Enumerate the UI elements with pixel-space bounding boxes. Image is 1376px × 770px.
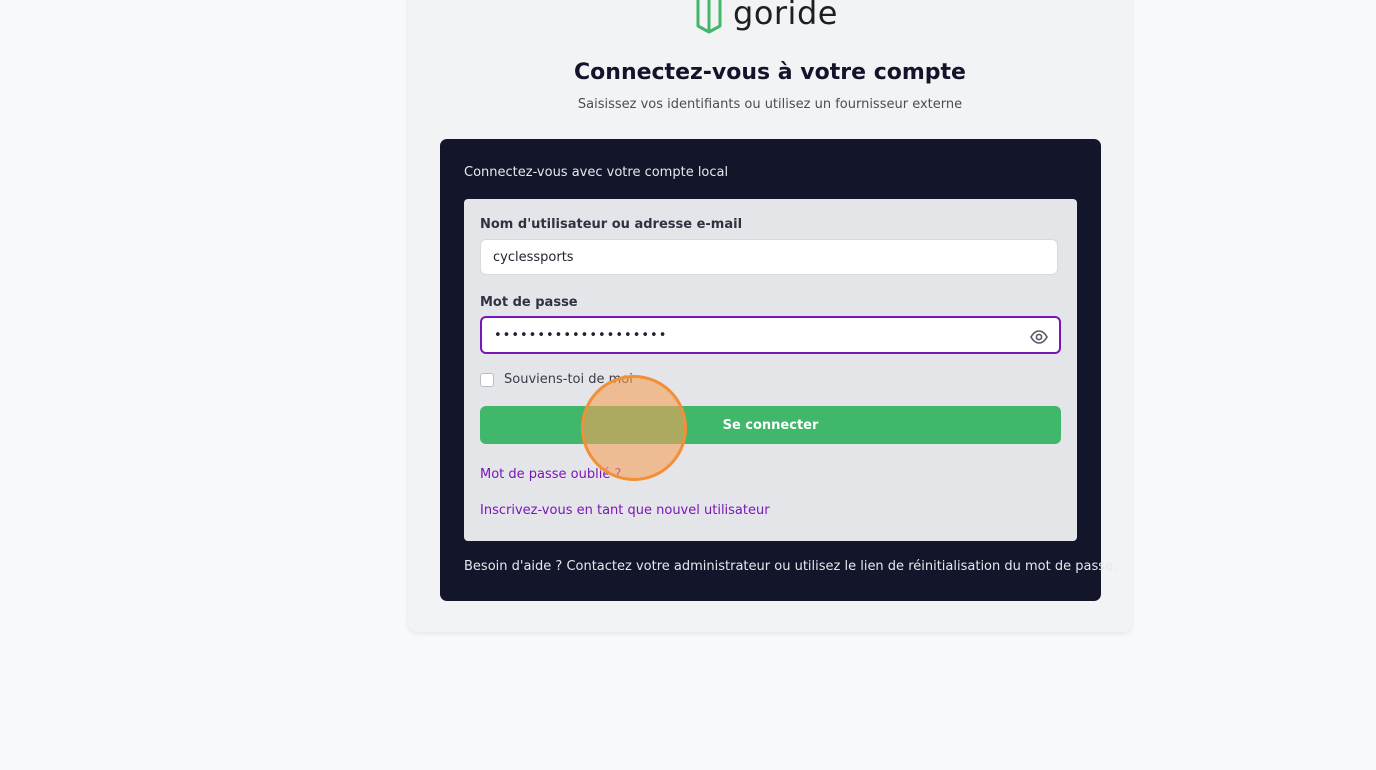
- brand-logo: goride: [695, 0, 838, 34]
- password-input[interactable]: [480, 316, 1061, 354]
- remember-me-checkbox[interactable]: [480, 373, 494, 387]
- username-label: Nom d'utilisateur ou adresse e-mail: [480, 217, 743, 232]
- password-label: Mot de passe: [480, 295, 578, 310]
- panel-heading: Connectez-vous avec votre compte local: [464, 165, 729, 180]
- remember-me-label[interactable]: Souviens-toi de moi: [504, 372, 633, 387]
- help-text: Besoin d'aide ? Contactez votre administ…: [464, 559, 1118, 574]
- eye-icon[interactable]: [1028, 326, 1050, 348]
- local-login-panel: Connectez-vous avec votre compte local N…: [440, 139, 1117, 601]
- brand-name: goride: [733, 0, 838, 32]
- page-subtitle: Saisissez vos identifiants ou utilisez u…: [577, 97, 963, 112]
- register-link[interactable]: Inscrivez-vous en tant que nouvel utilis…: [480, 503, 770, 518]
- login-button[interactable]: Se connecter: [480, 406, 1061, 444]
- forgot-password-link[interactable]: Mot de passe oublié ?: [480, 467, 621, 482]
- book-open-icon: [696, 0, 722, 34]
- login-form: Nom d'utilisateur ou adresse e-mail Mot …: [464, 199, 1077, 541]
- username-input[interactable]: [480, 239, 1058, 275]
- page-title: Connectez-vous à votre compte: [574, 60, 966, 85]
